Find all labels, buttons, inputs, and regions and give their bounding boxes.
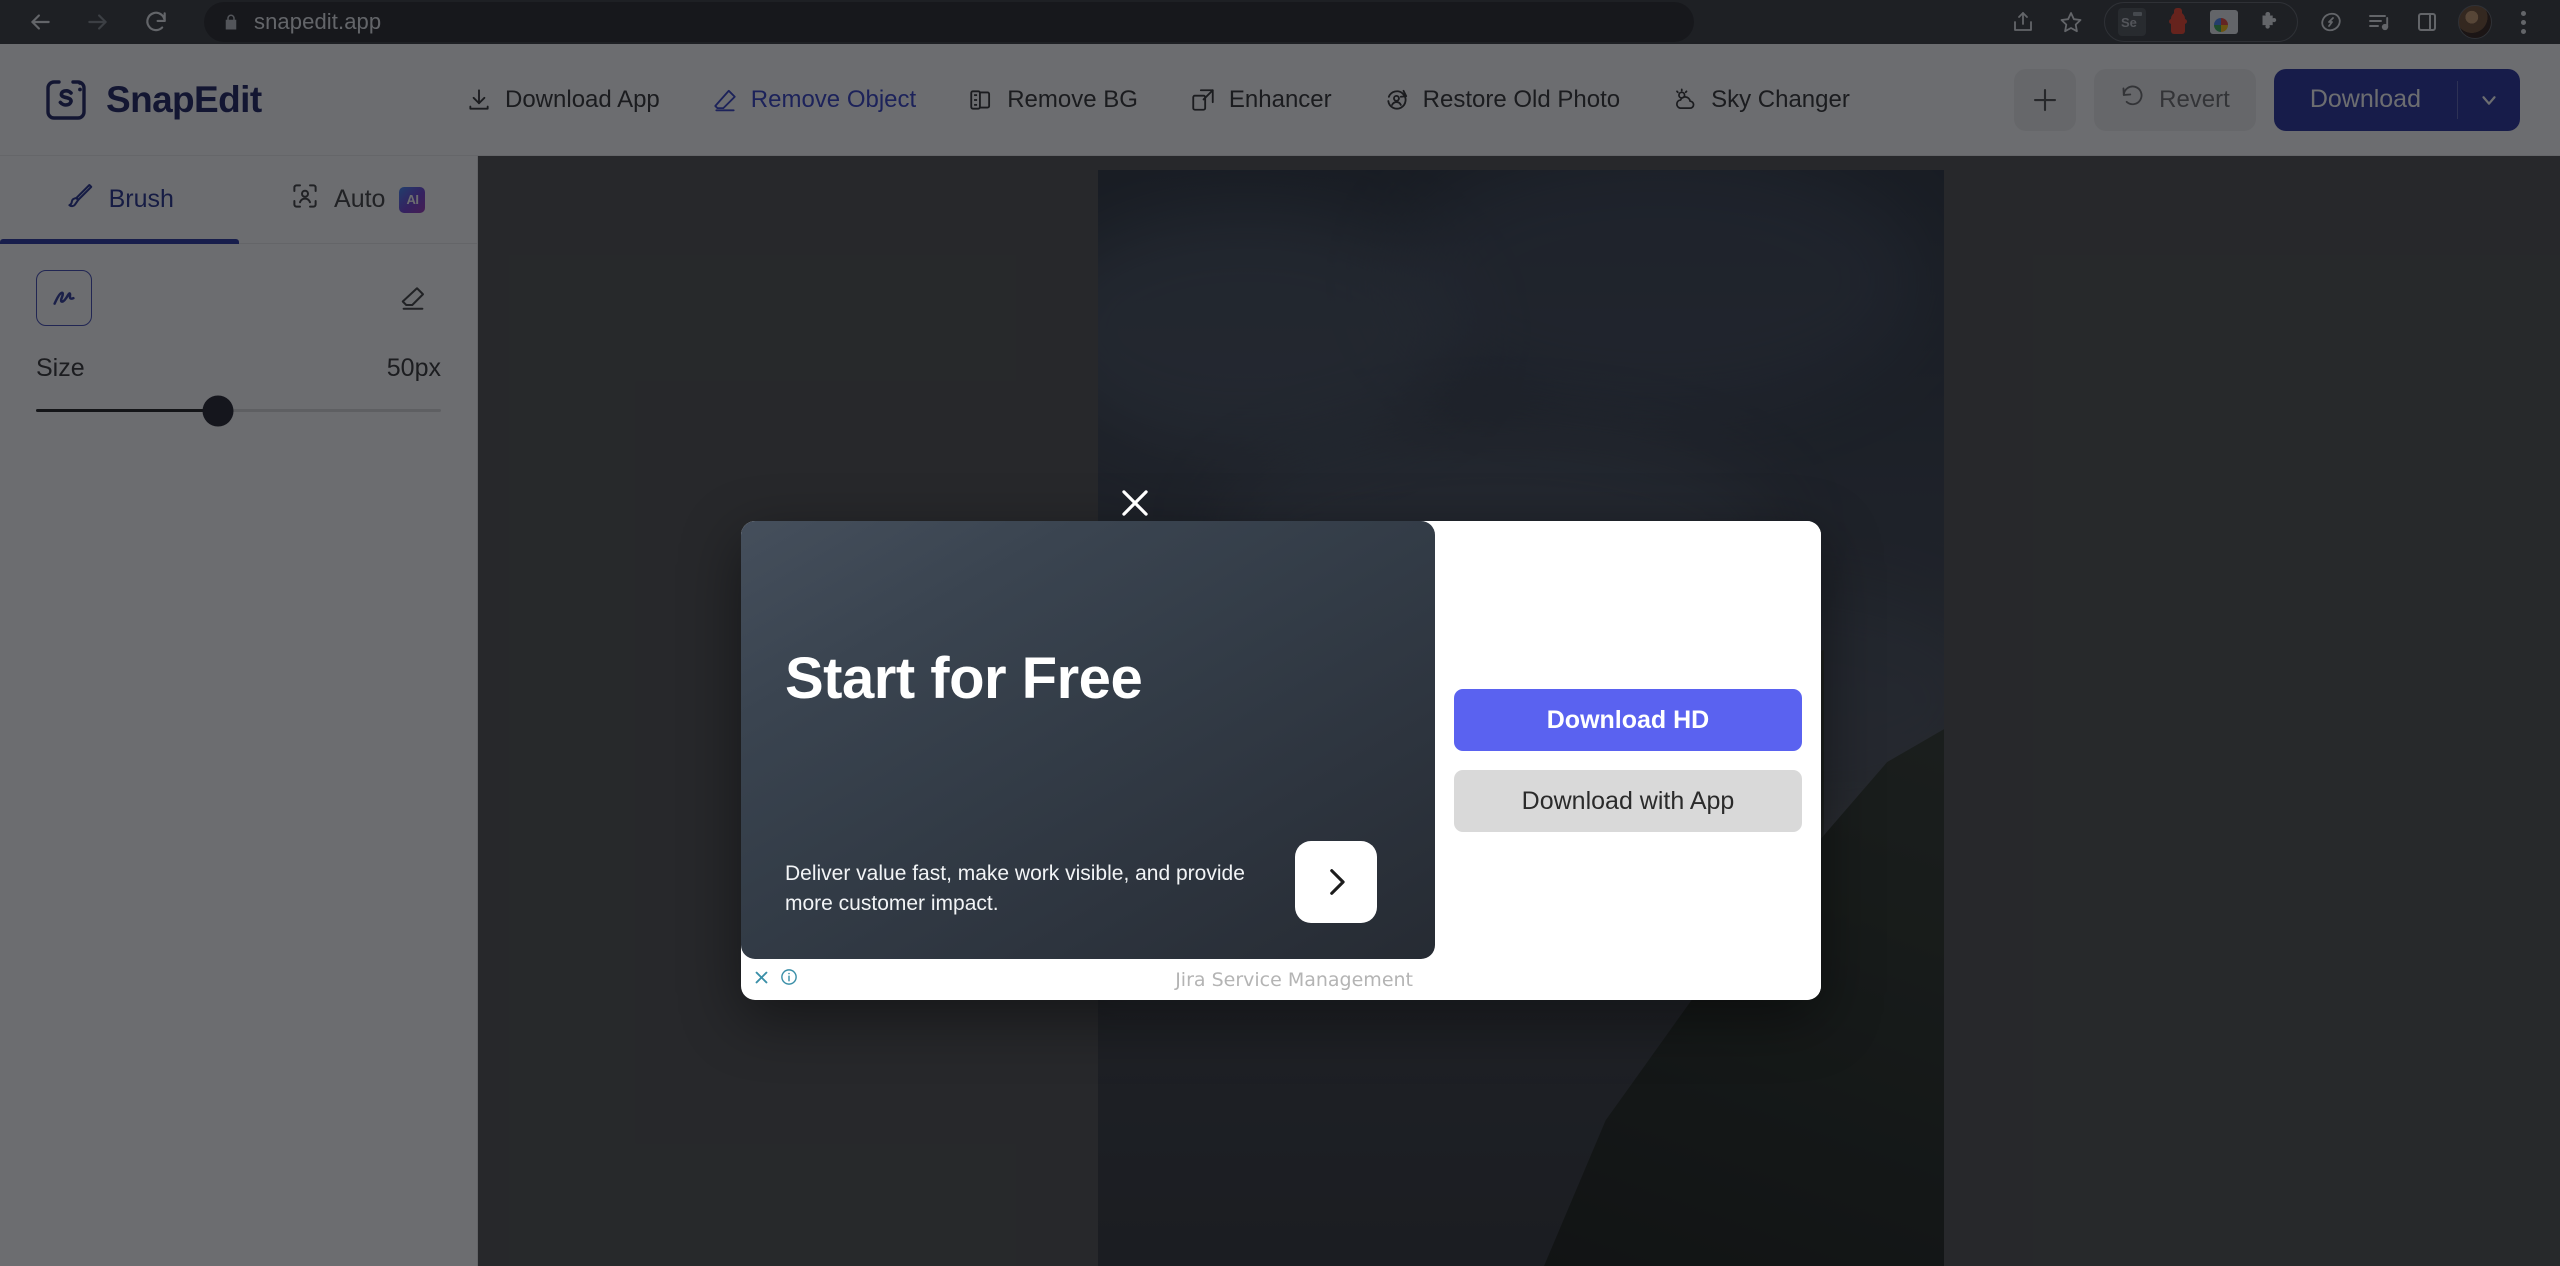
- ad-title: Start for Free: [785, 646, 1143, 711]
- modal-overlay[interactable]: Start for Free Deliver value fast, make …: [0, 0, 2560, 1266]
- chevron-right-icon: [1330, 869, 1345, 895]
- download-modal: Start for Free Deliver value fast, make …: [741, 521, 1821, 1000]
- ad-banner[interactable]: Start for Free Deliver value fast, make …: [741, 521, 1435, 959]
- ad-info-icon[interactable]: [780, 968, 798, 991]
- ad-footer: Jira Service Management: [741, 959, 1435, 1000]
- download-with-app-button[interactable]: Download with App: [1454, 770, 1802, 832]
- ad-bottom-row: Deliver value fast, make work visible, a…: [785, 841, 1391, 923]
- ad-brand-label: Jira Service Management: [1175, 968, 1413, 991]
- ad-cta-button[interactable]: [1295, 841, 1377, 923]
- ad-description: Deliver value fast, make work visible, a…: [785, 862, 1245, 916]
- adchoices-controls: [753, 968, 798, 991]
- download-options-panel: Download HD Download with App: [1435, 521, 1821, 1000]
- close-icon[interactable]: [1100, 468, 1170, 538]
- download-hd-button[interactable]: Download HD: [1454, 689, 1802, 751]
- ad-close-icon[interactable]: [753, 969, 770, 991]
